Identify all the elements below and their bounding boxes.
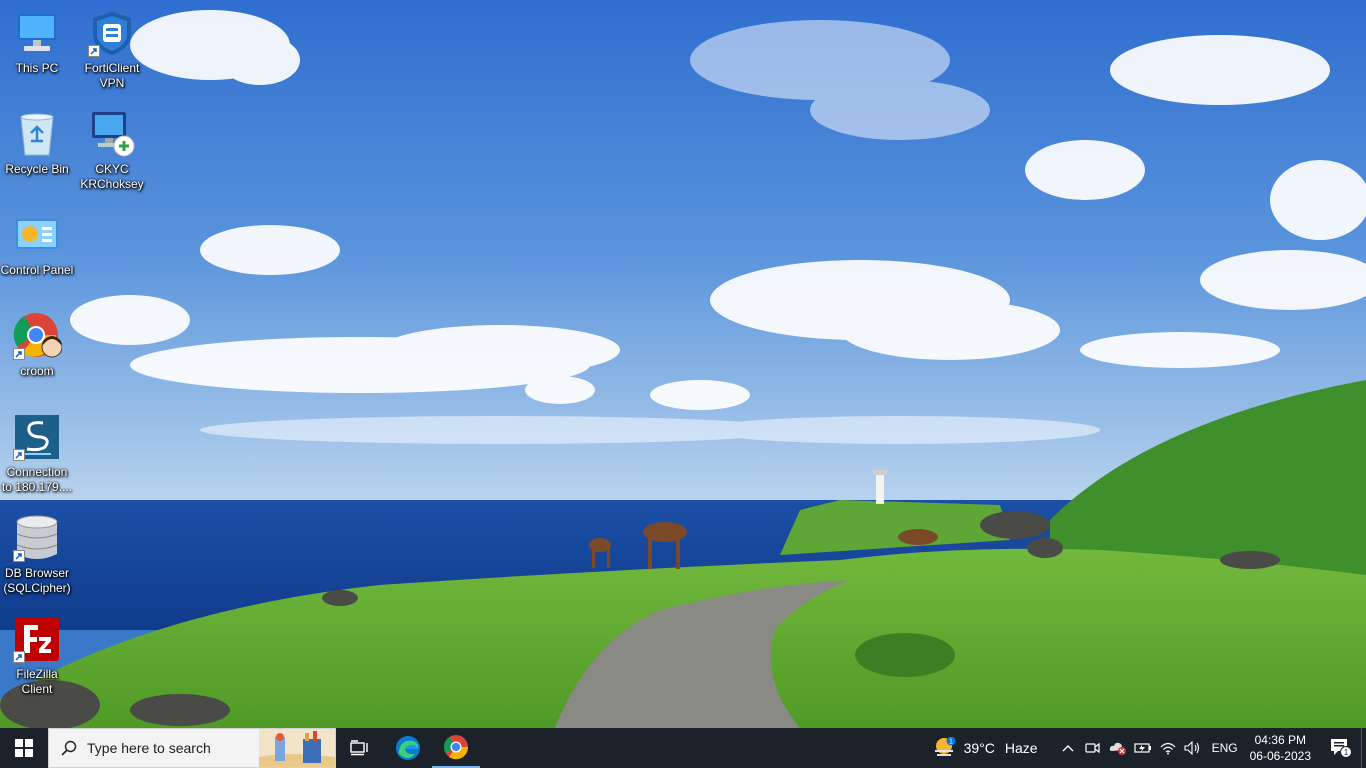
- tray-meet-now[interactable]: [1081, 728, 1106, 768]
- desktop-icon-label: Recycle Bin: [5, 162, 69, 176]
- desktop-icon-label: Control Panel: [0, 263, 74, 277]
- clock-time: 04:36 PM: [1254, 733, 1306, 747]
- putty-connection-icon: [12, 412, 62, 462]
- desktop-icon-control-panel[interactable]: Control Panel: [0, 210, 74, 278]
- computer-icon: [12, 8, 62, 58]
- show-hidden-icons-button[interactable]: [1056, 728, 1081, 768]
- battery-charging-icon: [1134, 743, 1152, 753]
- chrome-icon: [444, 735, 469, 760]
- desktop-icon-forticlient-vpn[interactable]: FortiClient VPN: [75, 8, 149, 91]
- shortcut-arrow-icon: [13, 348, 25, 360]
- desktop-icon-croom[interactable]: croom: [0, 311, 74, 379]
- edge-icon: [396, 736, 420, 760]
- wifi-icon: [1160, 742, 1176, 755]
- tray-battery[interactable]: [1131, 728, 1156, 768]
- task-view-icon: [350, 740, 368, 756]
- desktop-icon-this-pc[interactable]: This PC: [0, 8, 74, 76]
- system-tray: 1 39°C Haze ENG 04:36 PM 06-06-2023 1: [932, 728, 1366, 768]
- taskbar: Type here to search 1 39°C Haze ENG 04:3…: [0, 728, 1366, 768]
- show-desktop-button[interactable]: [1361, 728, 1366, 768]
- taskbar-search-box[interactable]: Type here to search: [48, 728, 336, 768]
- action-center-button[interactable]: 1: [1321, 728, 1361, 768]
- weather-temperature: 39°C: [963, 740, 995, 756]
- desktop-icon-label: FileZilla Client: [16, 667, 58, 696]
- haze-weather-icon: 1: [934, 737, 956, 756]
- taskbar-clock[interactable]: 04:36 PM 06-06-2023: [1250, 732, 1311, 764]
- desktop-icon-label: FortiClient VPN: [84, 61, 140, 90]
- search-placeholder: Type here to search: [87, 740, 211, 756]
- desktop-icon-filezilla[interactable]: FileZilla Client: [0, 614, 74, 697]
- clock-date: 06-06-2023: [1249, 749, 1311, 763]
- weather-widget[interactable]: 1 39°C Haze: [932, 737, 1038, 759]
- taskbar-edge-button[interactable]: [384, 728, 432, 768]
- shortcut-arrow-icon: [13, 651, 25, 663]
- desktop-icon-recycle-bin[interactable]: Recycle Bin: [0, 109, 74, 177]
- start-button[interactable]: [0, 728, 48, 768]
- recycle-bin-icon: [12, 109, 62, 159]
- cloud-error-icon: [1109, 742, 1127, 755]
- weather-badge: 1: [949, 739, 953, 746]
- desktop-icon-label: croom: [20, 364, 54, 378]
- control-panel-icon: [12, 210, 62, 260]
- chevron-up-icon: [1062, 745, 1074, 752]
- desktop-icon-ckyc-krchoksey[interactable]: CKYC KRChoksey: [75, 109, 149, 192]
- desktop-icon-db-browser[interactable]: DB Browser (SQLCipher): [0, 513, 74, 596]
- desktop-wallpaper: [0, 0, 1366, 728]
- shortcut-arrow-icon: [13, 449, 25, 461]
- remote-desktop-icon: [87, 109, 137, 159]
- forticlient-shield-icon: [87, 8, 137, 58]
- database-icon: [12, 513, 62, 563]
- shortcut-arrow-icon: [13, 550, 25, 562]
- desktop-icon-label: DB Browser (SQLCipher): [3, 566, 71, 595]
- video-camera-icon: [1085, 742, 1100, 754]
- chrome-profile-icon: [12, 311, 62, 361]
- task-view-button[interactable]: [336, 728, 384, 768]
- shortcut-arrow-icon: [88, 45, 100, 57]
- search-icon: [61, 740, 77, 756]
- notification-icon: 1: [1331, 739, 1352, 758]
- weather-condition: Haze: [1004, 740, 1038, 756]
- tray-network[interactable]: [1156, 728, 1181, 768]
- desktop-icon-connection[interactable]: Connection to 180.179....: [0, 412, 74, 495]
- filezilla-icon: [12, 614, 62, 664]
- tray-volume[interactable]: [1181, 728, 1206, 768]
- input-language-indicator[interactable]: ENG: [1212, 741, 1238, 755]
- tray-onedrive[interactable]: [1106, 728, 1131, 768]
- search-highlight-illustration-icon: [259, 729, 335, 767]
- speaker-icon: [1184, 741, 1200, 755]
- taskbar-chrome-button[interactable]: [432, 728, 480, 768]
- desktop-icon-label: Connection to 180.179....: [1, 465, 73, 494]
- desktop-icon-label: This PC: [15, 61, 59, 75]
- windows-logo-icon: [15, 739, 33, 757]
- notification-count: 1: [1344, 748, 1349, 757]
- desktop-icon-label: CKYC KRChoksey: [80, 162, 144, 191]
